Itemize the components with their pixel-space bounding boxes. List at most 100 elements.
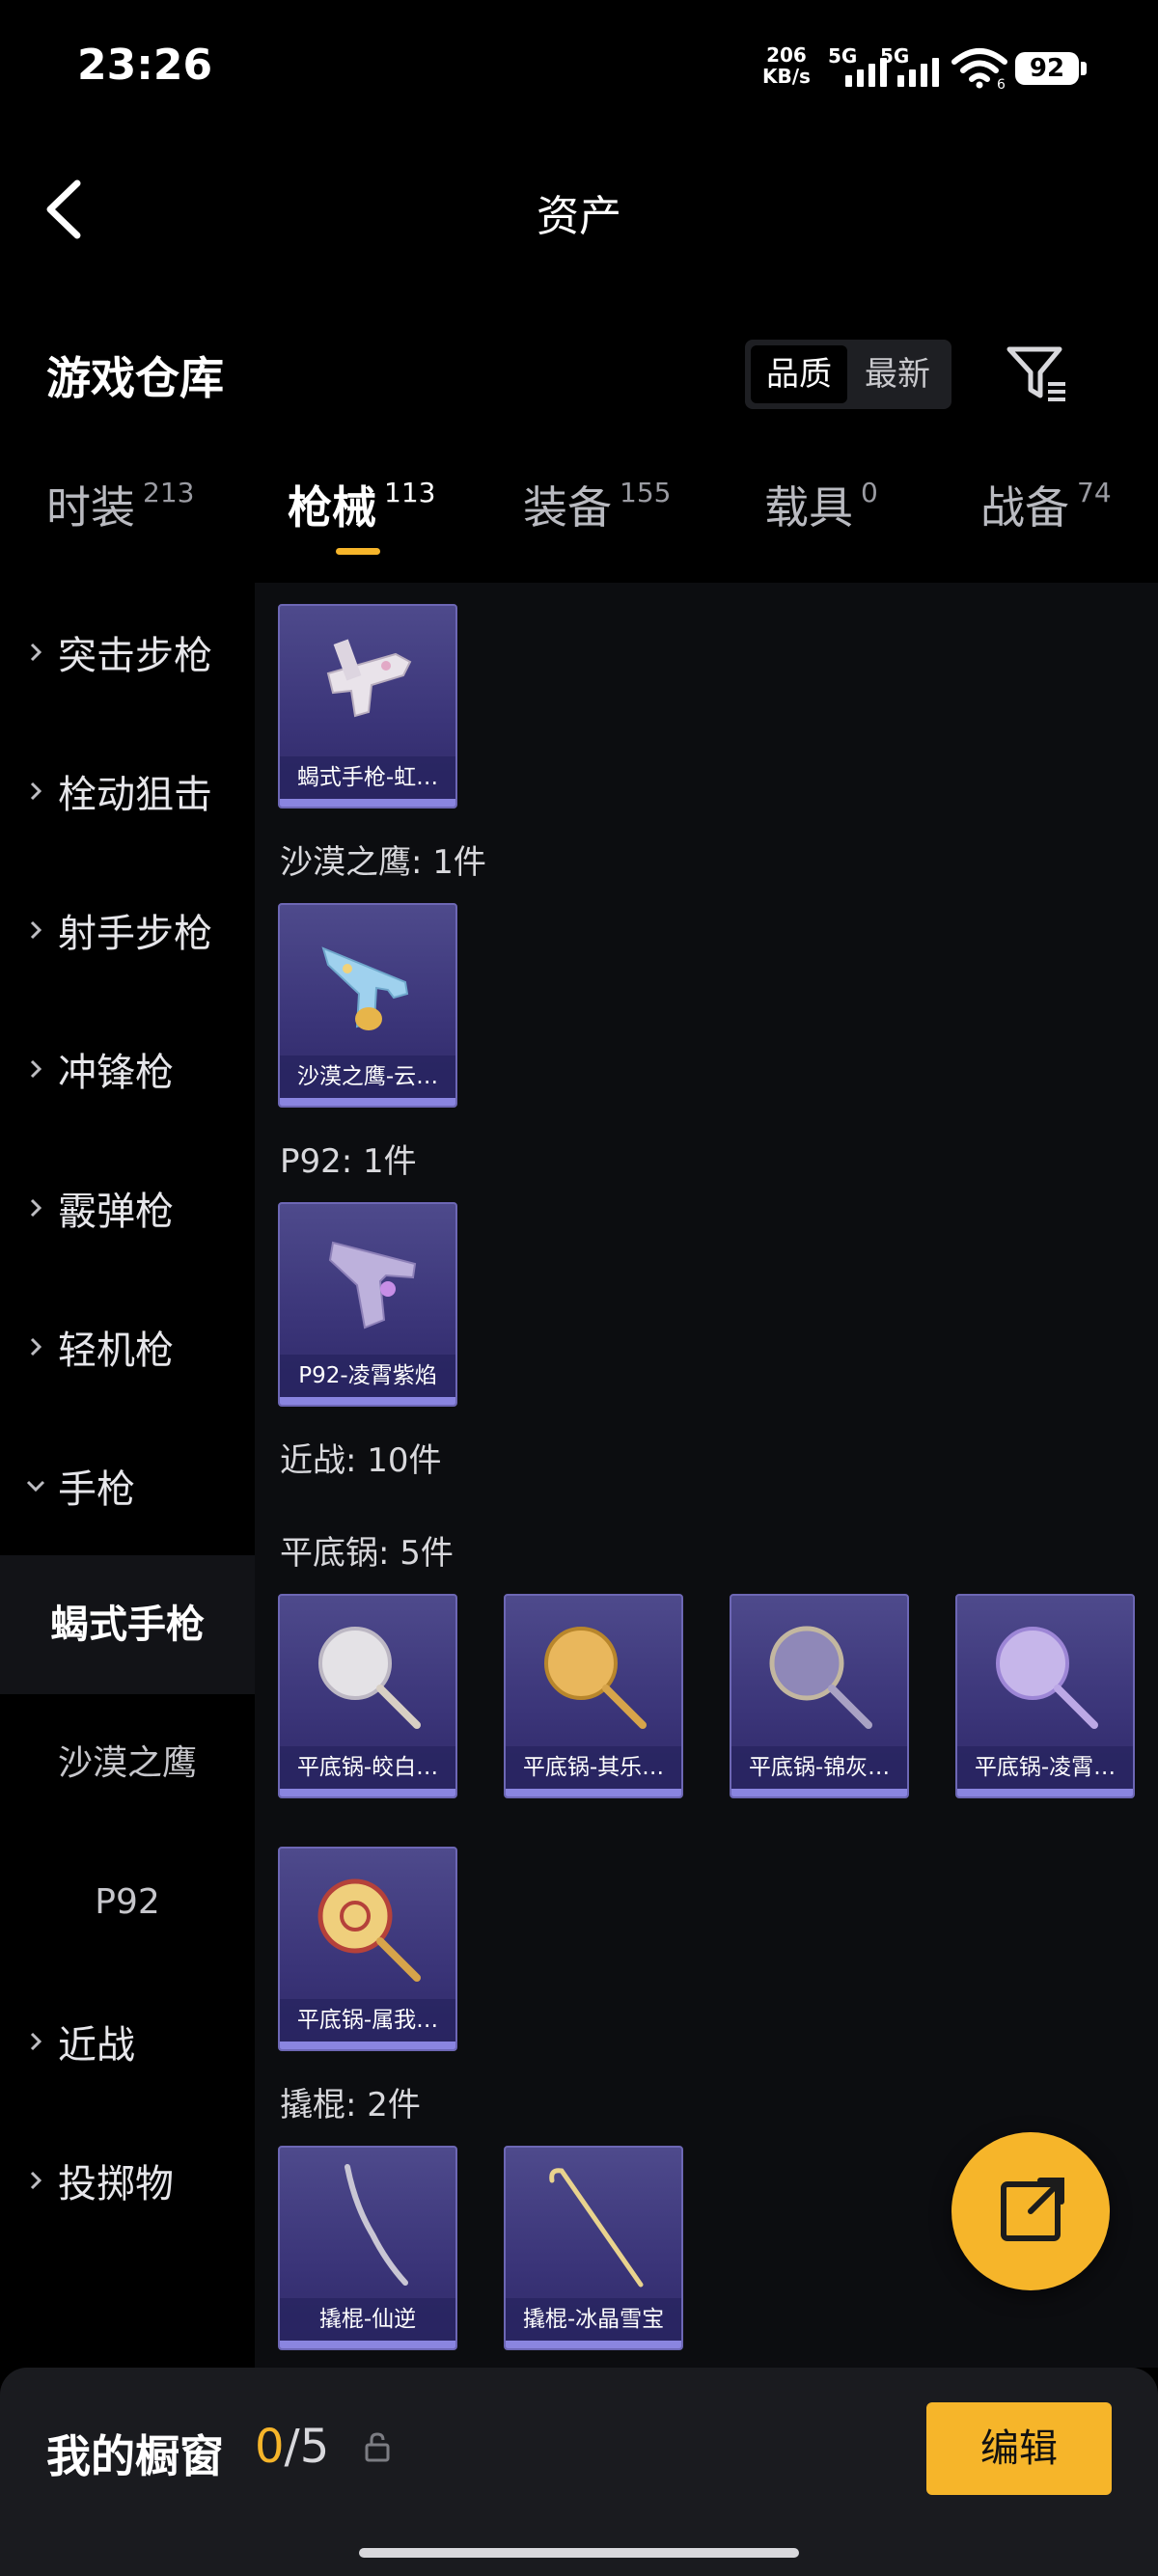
filter-icon [1006,346,1065,401]
wifi-icon: 6 [951,48,1007,89]
sidebar-item-marksman-rifle[interactable]: 射手步枪 [0,861,255,1000]
item-card[interactable]: P92-凌霄紫焰 [278,1202,457,1407]
item-card[interactable]: 蝎式手枪-虹… [278,604,457,808]
chevron-right-icon [30,1337,42,1357]
sidebar-subitem-desert-eagle[interactable]: 沙漠之鹰 [0,1694,255,1833]
frying-pan-icon [996,1627,1098,1729]
sidebar-item-label: 射手步枪 [58,912,212,956]
sidebar-item-assault-rifle[interactable]: 突击步枪 [0,583,255,722]
group-label: 沙漠之鹰: 1件 [280,843,486,882]
group-label: 撬棍: 2件 [280,2086,421,2124]
group-label: P92: 1件 [280,1142,417,1181]
edit-button[interactable]: 编辑 [926,2402,1112,2495]
sidebar-subitem-label: 沙漠之鹰 [57,1743,197,1783]
sidebar-item-label: 近战 [58,2023,135,2068]
sort-by-newest-button[interactable]: 最新 [849,345,946,403]
sidebar-item-label: 突击步枪 [58,634,212,678]
rarity-bar [280,2341,455,2348]
status-time: 23:26 [77,41,213,90]
showcase-total: /5 [284,2420,330,2474]
sidebar-item-lmg[interactable]: 轻机枪 [0,1277,255,1416]
item-card[interactable]: 撬棍-冰晶雪宝 [504,2146,683,2350]
tab-firearms[interactable]: 枪械 113 [288,473,435,536]
showcase-current: 0 [255,2420,285,2474]
rarity-bar [280,2042,455,2049]
item-name: P92-凌霄紫焰 [280,1355,455,1397]
item-card[interactable]: 平底锅-皎白… [278,1594,457,1798]
chevron-down-icon [26,1480,45,1493]
sort-by-quality-button[interactable]: 品质 [751,345,847,403]
item-card[interactable]: 平底锅-属我… [278,1847,457,2051]
chevron-right-icon [30,643,42,662]
sidebar-item-shotgun[interactable]: 霰弹枪 [0,1138,255,1277]
tab-count: 74 [1077,477,1112,508]
sidebar-item-bolt-sniper[interactable]: 栓动狙击 [0,722,255,861]
home-indicator[interactable] [359,2548,799,2558]
tab-count: 0 [861,477,878,508]
rarity-bar [957,1789,1133,1796]
external-link-icon [1001,2178,1064,2241]
rarity-bar [731,1789,907,1796]
item-card[interactable]: 撬棍-仙逆 [278,2146,457,2350]
network-speed: 206 KB/s [762,44,811,87]
tab-equipment[interactable]: 装备 155 [523,473,671,536]
desert-eagle-icon [321,946,409,1030]
sidebar-subitem-scorpion[interactable]: 蝎式手枪 [0,1555,255,1694]
page-title: 资产 [537,192,621,241]
crowbar-icon [345,2164,408,2286]
sidebar-item-melee[interactable]: 近战 [0,1972,255,2111]
item-name: 平底锅-锦灰… [731,1746,907,1789]
item-name: 平底锅-属我… [280,1999,455,2042]
rarity-bar [506,1789,681,1796]
sidebar-item-pistol[interactable]: 手枪 [0,1416,255,1555]
rarity-bar [506,2341,681,2348]
sidebar-subitem-p92[interactable]: P92 [0,1833,255,1972]
filter-button[interactable] [1004,340,1071,407]
battery-indicator: 92 [1015,52,1079,85]
item-name: 撬棍-冰晶雪宝 [506,2298,681,2341]
tab-supplies[interactable]: 战备 74 [980,473,1112,536]
showcase-count: 0/5 [255,2420,329,2474]
item-name: 平底锅-其乐… [506,1746,681,1789]
tab-fashion[interactable]: 时装 213 [46,473,194,536]
sidebar-item-label: 轻机枪 [58,1329,174,1373]
frying-pan-icon [544,1627,647,1729]
frying-pan-icon [318,1627,421,1729]
tab-count: 213 [143,477,195,508]
sidebar-item-throwables[interactable]: 投掷物 [0,2111,255,2250]
battery-tip [1081,62,1087,75]
item-name: 蝎式手枪-虹… [280,756,455,799]
sidebar-item-label: 投掷物 [58,2162,174,2206]
item-name: 平底锅-凌霄… [957,1746,1133,1789]
showcase-label: 我的橱窗 [46,2430,224,2482]
share-button[interactable] [951,2132,1110,2290]
tab-label: 战备 [980,481,1069,534]
group-label: 近战: 10件 [280,1441,442,1480]
frying-pan-icon [769,1626,872,1729]
scorpion-pistol-icon [326,639,412,718]
rarity-bar [280,1098,455,1106]
chevron-right-icon [30,781,42,801]
warehouse-title: 游戏仓库 [46,352,224,404]
sidebar-item-smg[interactable]: 冲锋枪 [0,1000,255,1138]
tab-count: 113 [384,477,436,508]
item-card[interactable]: 平底锅-其乐… [504,1594,683,1798]
item-name: 沙漠之鹰-云… [280,1055,455,1098]
p92-pistol-icon [328,1241,417,1329]
chevron-right-icon [30,2032,42,2051]
sidebar-item-label: 栓动狙击 [58,773,212,817]
item-name: 撬棍-仙逆 [280,2298,455,2341]
network-speed-unit: KB/s [762,65,811,88]
active-tab-indicator [336,548,380,555]
rarity-bar [280,799,455,807]
network-speed-value: 206 [766,43,807,67]
item-card[interactable]: 平底锅-锦灰… [730,1594,909,1798]
rarity-bar [280,1789,455,1796]
item-card[interactable]: 沙漠之鹰-云… [278,903,457,1108]
group-label: 平底锅: 5件 [280,1534,454,1573]
chevron-right-icon [30,1059,42,1079]
wifi-label: 6 [997,77,1006,89]
sort-toggle: 品质 最新 [745,340,951,409]
tab-vehicles[interactable]: 载具 0 [764,473,878,536]
item-card[interactable]: 平底锅-凌霄… [955,1594,1135,1798]
